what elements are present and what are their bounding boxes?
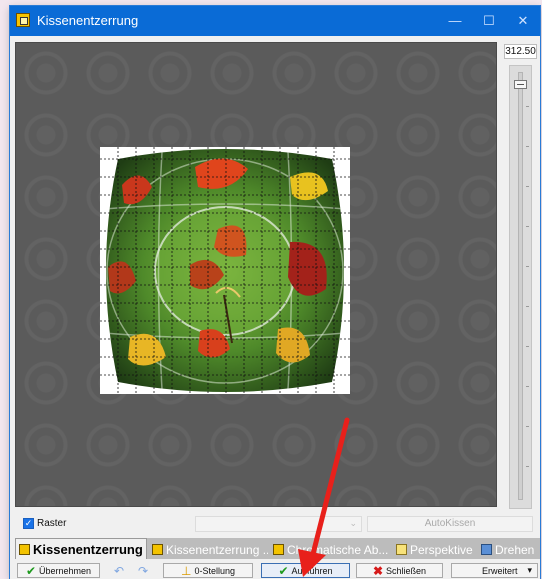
slider-tick xyxy=(526,426,529,427)
autokissen-button[interactable]: AutoKissen xyxy=(367,516,533,532)
slider-tick xyxy=(526,386,529,387)
undo-button[interactable]: ↶ xyxy=(109,563,129,578)
zoom-slider-thumb[interactable] xyxy=(514,80,527,90)
window-title: Kissenentzerrung xyxy=(37,13,139,28)
close-button[interactable]: ✖ Schließen xyxy=(356,563,443,578)
app-window: Kissenentzerrung — ☐ ✕ 312.50 ✓ Raster ⌄… xyxy=(10,6,540,579)
page-icon xyxy=(396,544,407,555)
raster-option[interactable]: ✓ Raster xyxy=(23,518,66,529)
zoom-value-field[interactable]: 312.50 xyxy=(504,44,537,59)
distorted-photo-preview xyxy=(100,147,350,394)
slider-tick xyxy=(526,306,529,307)
zero-position-icon: ⊥ xyxy=(181,563,192,578)
apply-button[interactable]: ✔ Übernehmen xyxy=(17,563,100,578)
title-bar[interactable]: Kissenentzerrung — ☐ ✕ xyxy=(10,6,540,36)
tab-label: Kissenentzerrung xyxy=(33,541,143,557)
close-window-button[interactable]: ✕ xyxy=(508,10,538,32)
chevron-down-icon: ⌄ xyxy=(349,518,357,528)
extended-dropdown-label: Erweitert xyxy=(482,565,518,576)
frame-icon xyxy=(152,544,163,555)
redo-button[interactable]: ↷ xyxy=(133,563,153,578)
raster-checkbox[interactable]: ✓ xyxy=(23,518,34,529)
tab-drehen[interactable]: Drehen xyxy=(478,540,540,559)
app-icon xyxy=(16,13,30,27)
frame-icon xyxy=(273,544,284,555)
tab-label: Perspektive xyxy=(410,542,473,557)
slider-tick xyxy=(526,466,529,467)
frame-icon xyxy=(19,543,30,555)
redo-icon: ↷ xyxy=(137,563,149,578)
zoom-slider[interactable] xyxy=(509,65,532,509)
preview-canvas[interactable] xyxy=(15,42,497,507)
tab-kissenentzerrung-2[interactable]: Kissenentzerrung ... xyxy=(149,540,268,559)
tab-kissenentzerrung[interactable]: Kissenentzerrung xyxy=(15,538,147,559)
rotate-icon xyxy=(481,544,492,555)
close-button-label: Schließen xyxy=(386,565,427,576)
slider-tick xyxy=(526,346,529,347)
preset-dropdown[interactable]: ⌄ xyxy=(195,516,362,532)
minimize-button[interactable]: — xyxy=(440,10,470,32)
checkmark-icon: ✔ xyxy=(25,563,37,578)
zoom-slider-rail xyxy=(518,72,523,500)
undo-icon: ↶ xyxy=(113,563,125,578)
raster-label: Raster xyxy=(37,518,67,529)
bottom-toolbar: ✔ Übernehmen ↶ ↷ ⊥ 0-Stellung ✔ Ausführe… xyxy=(15,563,540,579)
x-icon: ✖ xyxy=(372,563,384,578)
tab-label: Kissenentzerrung ... xyxy=(166,542,268,557)
tab-label: Drehen xyxy=(495,542,535,557)
slider-tick xyxy=(526,226,529,227)
run-button-label: Ausführen xyxy=(291,565,333,576)
extended-dropdown[interactable]: Erweitert ▾ xyxy=(451,563,538,578)
maximize-button[interactable]: ☐ xyxy=(474,10,504,32)
slider-tick xyxy=(526,106,529,107)
reset-zero-button[interactable]: ⊥ 0-Stellung xyxy=(163,563,253,578)
chevron-down-icon: ▾ xyxy=(527,565,532,575)
tab-label: Chromatische Ab... xyxy=(287,542,389,557)
checkmark-icon: ✔ xyxy=(278,563,289,578)
slider-tick xyxy=(526,186,529,187)
apply-button-label: Übernehmen xyxy=(39,565,92,576)
tab-perspektive[interactable]: Perspektive xyxy=(393,540,476,559)
tab-chromatische-aberration[interactable]: Chromatische Ab... xyxy=(270,540,391,559)
run-button[interactable]: ✔ Ausführen xyxy=(261,563,350,578)
tab-bar: Kissenentzerrung Kissenentzerrung ... Ch… xyxy=(15,538,540,559)
slider-tick xyxy=(526,266,529,267)
reset-zero-button-label: 0-Stellung xyxy=(194,565,235,576)
slider-tick xyxy=(526,146,529,147)
